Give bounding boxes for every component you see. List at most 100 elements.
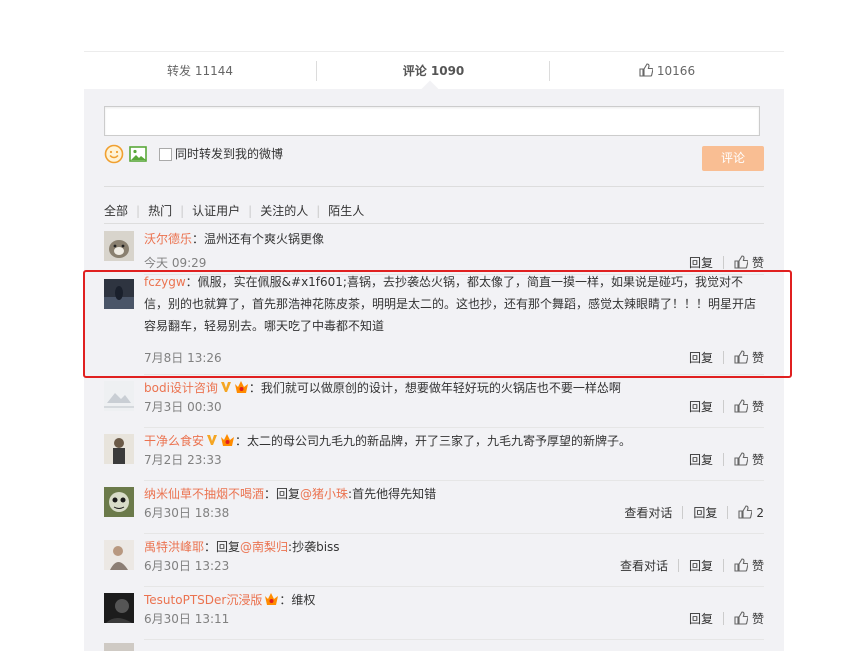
like-button[interactable]: 赞: [734, 399, 764, 414]
comment-username[interactable]: fczygw: [144, 275, 186, 289]
comment-username[interactable]: TesutoPTSDer沉浸版: [144, 593, 262, 607]
submit-comment-button[interactable]: 评论: [702, 146, 764, 171]
avatar[interactable]: [104, 643, 134, 651]
repost-also-checkbox[interactable]: [159, 148, 172, 161]
filter-strangers[interactable]: 陌生人: [328, 204, 364, 218]
thumbs-up-icon: [734, 558, 748, 572]
filter-all[interactable]: 全部: [104, 204, 128, 218]
tab-like[interactable]: 10166: [550, 52, 784, 90]
avatar[interactable]: [104, 487, 134, 517]
comment-text: 禹特洪峰耶：回复@南梨归:抄袭biss: [144, 536, 764, 558]
member-crown-icon: [234, 381, 248, 393]
image-icon[interactable]: [129, 146, 147, 162]
comment-actions: 回复 赞: [689, 350, 764, 366]
filter-following[interactable]: 关注的人: [260, 204, 308, 218]
action-divider: [682, 506, 684, 519]
comment-username[interactable]: 禹特洪峰耶: [144, 540, 204, 554]
comment-content: ：维权: [279, 593, 316, 607]
thumbs-up-icon: [734, 611, 748, 625]
divider: [144, 533, 764, 534]
like-button[interactable]: 赞: [734, 350, 764, 365]
comment-mention[interactable]: @猪小珠: [300, 487, 348, 501]
comment-username[interactable]: 干净么食安: [144, 434, 204, 448]
comment-text: 干净么食安 ：太二的母公司九毛九的新品牌，开了三家了，九毛九寄予厚望的新牌子。: [144, 430, 764, 452]
comment-text: bodi设计咨询 ：我们就可以做原创的设计，想要做年轻好玩的火锅店也不要一样怂啊: [144, 377, 764, 399]
divider: [104, 223, 764, 224]
avatar[interactable]: [104, 279, 134, 309]
comment-content: :抄袭biss: [288, 540, 340, 554]
avatar[interactable]: [104, 434, 134, 464]
thumbs-up-icon: [734, 399, 748, 413]
comment-content: ：回复: [264, 487, 301, 501]
like-button[interactable]: 赞: [734, 452, 764, 467]
action-divider: [677, 559, 679, 572]
like-count: 2: [756, 506, 764, 520]
action-divider: [722, 351, 724, 364]
reply-button[interactable]: 回复: [689, 453, 713, 467]
reply-button[interactable]: 回复: [689, 400, 713, 414]
like-button[interactable]: 赞: [734, 611, 764, 626]
comment-time: 7月2日 23:33: [144, 453, 222, 467]
verified-v-icon: [207, 435, 218, 445]
like-label: 赞: [751, 612, 764, 626]
comment-item: 禹特洪峰耶：回复@南梨归:抄袭biss 6月30日 13:23 查看对话 回复 赞: [104, 540, 764, 580]
repost-also-label: 同时转发到我的微博: [175, 147, 284, 161]
reply-button[interactable]: 回复: [693, 506, 717, 520]
comment-item: TesutoPTSDer沉浸版 ：维权 6月30日 13:11 回复 赞: [104, 593, 764, 633]
comment-item: bodi设计咨询 ：我们就可以做原创的设计，想要做年轻好玩的火锅店也不要一样怂啊 …: [104, 381, 764, 421]
comment-time: 6月30日 18:38: [144, 506, 230, 520]
view-conversation-button[interactable]: 查看对话: [624, 506, 672, 520]
reply-button[interactable]: 回复: [689, 612, 713, 626]
comment-actions: 回复 赞: [689, 255, 764, 271]
comment-filter-bar: 全部 | 热门 | 认证用户 | 关注的人 | 陌生人: [104, 202, 364, 220]
filter-hot[interactable]: 热门: [148, 204, 172, 218]
filter-verified[interactable]: 认证用户: [192, 204, 240, 218]
verified-v-icon: [220, 382, 231, 392]
comment-time: 6月30日 13:11: [144, 612, 230, 626]
action-divider: [722, 559, 724, 572]
thumbs-up-icon: [738, 505, 753, 519]
filter-separator: |: [316, 204, 321, 218]
member-crown-icon: [265, 593, 279, 605]
comment-username[interactable]: 沃尔德乐: [144, 232, 192, 246]
reply-button[interactable]: 回复: [689, 559, 713, 573]
filter-separator: |: [180, 204, 185, 218]
comment-actions: 查看对话 回复 2: [624, 505, 764, 521]
like-button[interactable]: 赞: [734, 255, 764, 270]
reply-button[interactable]: 回复: [689, 351, 713, 365]
view-conversation-button[interactable]: 查看对话: [620, 559, 668, 573]
avatar[interactable]: [104, 593, 134, 623]
comment-content: ：我们就可以做原创的设计，想要做年轻好玩的火锅店也不要一样怂啊: [248, 381, 621, 395]
avatar[interactable]: [104, 231, 134, 261]
divider: [144, 427, 764, 428]
divider: [144, 639, 764, 640]
comment-time: 今天 09:29: [144, 256, 207, 270]
comment-username[interactable]: 纳米仙草不抽烟不喝酒: [144, 487, 264, 501]
comment-content: :首先他得先知错: [348, 487, 437, 501]
comment-content: ：回复: [204, 540, 241, 554]
emoji-icon[interactable]: [104, 144, 124, 164]
comment-item: fczygw：佩服，实在佩服&#x1f601;喜锅，去抄袭怂火锅，都太像了，简直…: [104, 275, 764, 365]
action-divider: [722, 256, 724, 269]
action-divider: [722, 453, 724, 466]
like-button[interactable]: 2: [738, 505, 764, 520]
comment-input[interactable]: [104, 106, 760, 136]
comment-username[interactable]: bodi设计咨询: [144, 381, 218, 395]
comment-text: 纳米仙草不抽烟不喝酒：回复@猪小珠:首先他得先知错: [144, 483, 764, 505]
comment-item: 干净么食安 ：太二的母公司九毛九的新品牌，开了三家了，九毛九寄予厚望的新牌子。 7…: [104, 434, 764, 474]
like-label: 赞: [751, 400, 764, 414]
comment-item: 纳米仙草不抽烟不喝酒：回复@猪小珠:首先他得先知错 6月30日 18:38 查看…: [104, 487, 764, 527]
comment-item: 沃尔德乐：温州还有个爽火锅更像 今天 09:29 回复 赞: [104, 229, 764, 271]
comment-mention[interactable]: @南梨归: [240, 540, 288, 554]
comment-actions: 回复 赞: [689, 399, 764, 415]
like-label: 赞: [751, 351, 764, 365]
avatar[interactable]: [104, 381, 134, 411]
action-divider: [722, 400, 724, 413]
divider: [144, 480, 764, 481]
tab-repost[interactable]: 转发 11144: [84, 52, 316, 90]
like-button[interactable]: 赞: [734, 558, 764, 573]
avatar[interactable]: [104, 540, 134, 570]
member-crown-icon: [221, 434, 235, 446]
reply-button[interactable]: 回复: [689, 256, 713, 270]
comment-actions: 查看对话 回复 赞: [620, 558, 764, 574]
